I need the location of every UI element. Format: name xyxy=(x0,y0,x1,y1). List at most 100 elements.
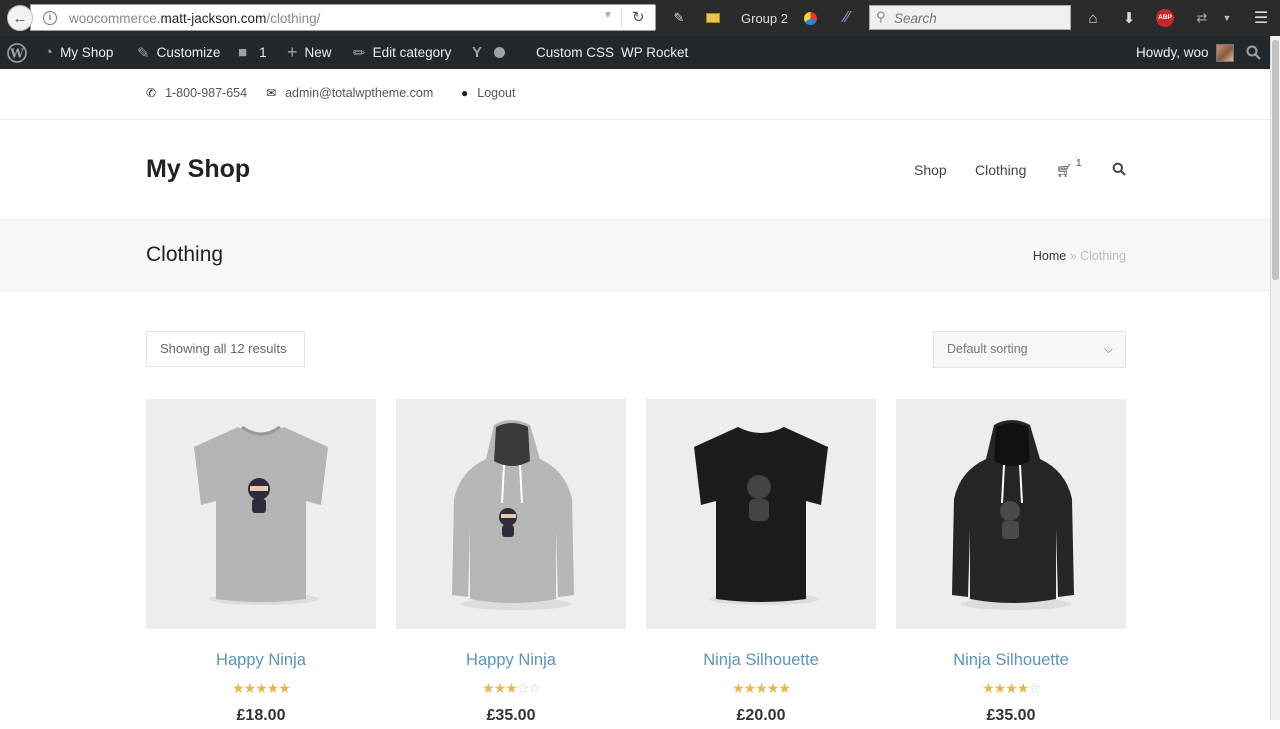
bookmark-group-icon[interactable] xyxy=(705,8,721,28)
yoast-icon: Y xyxy=(472,44,483,61)
group-label[interactable]: Group 2 xyxy=(741,8,788,28)
url-dropdown-icon[interactable]: ▼ xyxy=(603,10,613,21)
home-icon[interactable]: ⌂ xyxy=(1085,8,1101,28)
browser-search-box[interactable]: ⚲ xyxy=(869,5,1071,30)
adminbar-comments[interactable]: ■ 1 xyxy=(238,36,267,69)
product-card[interactable]: Happy Ninja ★★★★★ £18.00 xyxy=(146,399,376,729)
browser-toolbar: i woocommerce.matt-jackson.com/clothing/… xyxy=(0,0,1280,36)
scrollbar-thumb[interactable] xyxy=(1272,40,1279,280)
reload-icon[interactable]: ↻ xyxy=(632,8,645,26)
top-info-bar: ✆ 1-800-987-654 ✉ admin@totalwptheme.com… xyxy=(0,69,1270,120)
star-icon: ★ xyxy=(505,680,518,696)
product-name[interactable]: Happy Ninja xyxy=(146,651,376,670)
download-icon[interactable]: ⬇ xyxy=(1121,8,1137,28)
product-name[interactable]: Happy Ninja xyxy=(396,651,626,670)
pen-icon[interactable]: ✎ xyxy=(672,8,686,28)
product-card[interactable]: Ninja Silhouette ★★★★☆ £35.00 xyxy=(896,399,1126,729)
seo-status-dot-icon xyxy=(494,47,506,58)
adminbar-search[interactable] xyxy=(1246,36,1261,69)
star-rating: ★★★★★ xyxy=(646,680,876,697)
chevron-down-icon: ⌵ xyxy=(1103,342,1113,356)
info-icon[interactable]: i xyxy=(43,11,57,25)
product-image[interactable] xyxy=(146,399,376,629)
envelope-icon: ✉ xyxy=(266,86,277,100)
product-name[interactable]: Ninja Silhouette xyxy=(896,651,1126,670)
edit-category-label: Edit category xyxy=(372,45,452,60)
overflow-dropdown-icon[interactable]: ▼ xyxy=(1222,8,1232,28)
nav-item-clothing[interactable]: Clothing xyxy=(975,162,1026,178)
star-icon: ★ xyxy=(732,680,745,696)
star-rating: ★★★★★ xyxy=(146,680,376,697)
wordpress-icon: W xyxy=(7,42,27,63)
adminbar-site-name[interactable]: ◔ My Shop xyxy=(44,36,113,69)
star-icon: ★ xyxy=(493,680,507,696)
cart-count: 1 xyxy=(1076,158,1082,169)
wordpress-logo[interactable]: W xyxy=(7,36,27,69)
topbar-phone: ✆ 1-800-987-654 xyxy=(146,86,247,100)
svg-text:W: W xyxy=(9,46,24,60)
product-image[interactable] xyxy=(896,399,1126,629)
product-price: £35.00 xyxy=(986,707,1036,724)
product-card[interactable]: Ninja Silhouette ★★★★★ £20.00 xyxy=(646,399,876,729)
comment-icon: ■ xyxy=(238,44,248,61)
product-card[interactable]: Happy Ninja ★★★☆☆ £35.00 xyxy=(396,399,626,729)
star-icon: ★ xyxy=(743,680,757,696)
adminbar-account[interactable]: Howdy, woo xyxy=(1136,36,1234,69)
star-rating: ★★★★☆ xyxy=(896,680,1126,697)
topbar-logout[interactable]: ● Logout xyxy=(461,86,515,100)
url-bar[interactable]: i woocommerce.matt-jackson.com/clothing/… xyxy=(30,4,656,31)
product-image[interactable] xyxy=(646,399,876,629)
product-name[interactable]: Ninja Silhouette xyxy=(646,651,876,670)
nav-item-shop[interactable]: Shop xyxy=(914,162,947,178)
header-search-icon[interactable] xyxy=(1112,162,1126,176)
feather-icon[interactable]: ∕∕ xyxy=(838,8,856,28)
sorting-value: Default sorting xyxy=(947,342,1028,356)
breadcrumb-home[interactable]: Home xyxy=(1033,249,1066,263)
site-logo[interactable]: My Shop xyxy=(146,155,250,184)
url-path: /clothing/ xyxy=(266,11,321,26)
url-text[interactable]: woocommerce.matt-jackson.com/clothing/ xyxy=(69,11,320,26)
adblock-icon[interactable]: ABP xyxy=(1156,8,1174,28)
star-icon: ★ xyxy=(778,680,791,696)
adminbar-custom-css[interactable]: Custom CSS xyxy=(536,36,614,69)
topbar-email[interactable]: ✉ admin@totalwptheme.com xyxy=(266,86,433,100)
sorting-select[interactable]: Default sorting ⌵ xyxy=(933,331,1126,368)
menu-icon[interactable]: ☰ xyxy=(1252,8,1270,28)
star-icon: ★ xyxy=(982,680,995,696)
adminbar-wp-rocket[interactable]: WP Rocket xyxy=(621,36,688,69)
custom-css-label: Custom CSS xyxy=(536,45,615,60)
star-icon: ★ xyxy=(766,680,780,696)
star-icon: ★ xyxy=(1016,680,1030,696)
breadcrumb-separator: » xyxy=(1066,249,1081,263)
user-icon: ● xyxy=(461,86,469,100)
new-label: New xyxy=(304,45,332,60)
phone-number: 1-800-987-654 xyxy=(165,86,248,100)
back-arrow-icon: ← xyxy=(12,9,28,27)
dashboard-icon: ◔ xyxy=(44,44,54,61)
adminbar-yoast[interactable]: Y xyxy=(472,36,506,69)
back-button[interactable]: ← xyxy=(7,5,33,31)
star-icon: ★ xyxy=(243,680,257,696)
tshirt-grey-image xyxy=(194,425,328,605)
color-extension-icon[interactable] xyxy=(802,8,818,28)
adminbar-new[interactable]: + New xyxy=(287,36,332,69)
hoodie-grey-image xyxy=(452,420,574,610)
extension-icon[interactable]: ⇄ xyxy=(1194,8,1210,28)
page-scrollbar[interactable] xyxy=(1270,36,1280,720)
star-icon: ☆ xyxy=(516,680,530,696)
hoodie-black-image xyxy=(952,420,1074,610)
star-rating: ★★★☆☆ xyxy=(396,680,626,697)
product-price: £20.00 xyxy=(736,707,786,724)
browser-search-input[interactable] xyxy=(894,9,1064,27)
cart-icon[interactable]: 🛒︎ xyxy=(1056,163,1073,179)
star-icon: ☆ xyxy=(1028,680,1041,696)
star-icon: ☆ xyxy=(528,680,541,696)
adminbar-edit-category[interactable]: ✏ Edit category xyxy=(353,36,451,69)
page-header: Clothing Home » Clothing xyxy=(0,219,1270,291)
search-icon: ⚲ xyxy=(876,9,886,24)
page-title: Clothing xyxy=(146,243,224,266)
product-image[interactable] xyxy=(396,399,626,629)
adminbar-customize[interactable]: ✎ Customize xyxy=(137,36,220,69)
pencil-icon: ✏ xyxy=(353,44,366,62)
star-icon: ★ xyxy=(232,680,245,696)
